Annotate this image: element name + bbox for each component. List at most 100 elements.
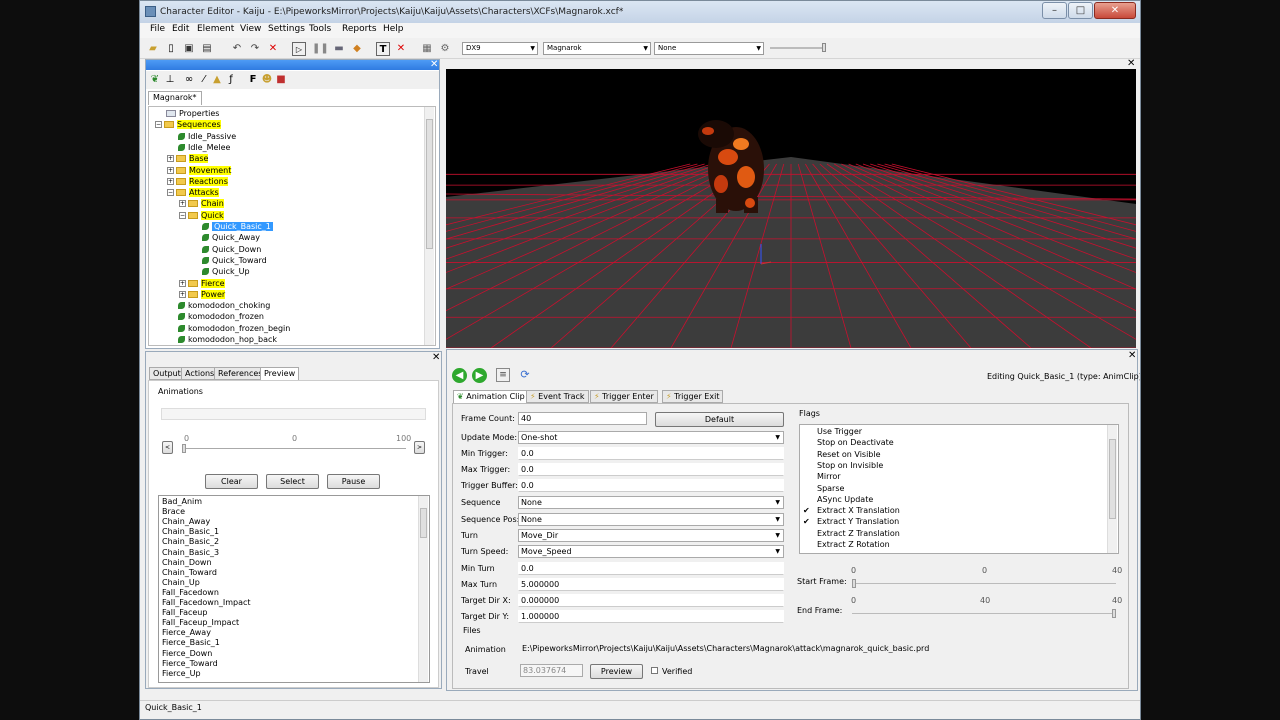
close-icon[interactable]: ✕: [430, 59, 438, 70]
minimize-button[interactable]: –: [1042, 2, 1067, 19]
tree-node[interactable]: Idle_Melee: [167, 142, 230, 153]
save-icon[interactable]: ▣: [182, 42, 196, 56]
flag-checkbox[interactable]: ✔: [803, 506, 815, 516]
flag-item[interactable]: ✔ Extract Y Translation: [803, 517, 899, 527]
character-select[interactable]: Magnarok ▼: [543, 42, 651, 55]
end-frame-slider[interactable]: [852, 613, 1116, 614]
tree-node[interactable]: − Sequences: [155, 119, 221, 130]
preview-frame-slider[interactable]: [182, 448, 406, 449]
animation-scroll-thumb[interactable]: [420, 508, 427, 538]
sequence-select[interactable]: None ▼: [518, 496, 784, 509]
menu-help[interactable]: Help: [383, 24, 404, 34]
animation-list-item[interactable]: Fall_Faceup: [162, 608, 207, 618]
pause-button[interactable]: Pause: [327, 474, 380, 489]
flag-item[interactable]: ✔ Extract X Translation: [803, 506, 900, 516]
settings-icon[interactable]: ⚙: [438, 42, 452, 56]
max-trigger-input[interactable]: 0.0: [518, 463, 784, 476]
turn-speed-select[interactable]: Move_Speed ▼: [518, 545, 784, 558]
cancel-icon[interactable]: ✕: [394, 42, 408, 56]
tab-actions[interactable]: Actions: [181, 367, 219, 380]
close-icon[interactable]: ✕: [1127, 58, 1135, 69]
tree-node[interactable]: + Reactions: [167, 176, 228, 187]
start-frame-slider[interactable]: [852, 583, 1116, 584]
function-icon[interactable]: ƒ: [224, 73, 238, 87]
flag-item[interactable]: Stop on Invisible: [803, 461, 883, 471]
animation-path[interactable]: E:\PipeworksMirror\Projects\Kaiju\Kaiju\…: [522, 644, 1122, 653]
zoom-slider[interactable]: [770, 47, 826, 49]
tree-node[interactable]: − Attacks: [167, 187, 219, 198]
collapse-icon[interactable]: −: [155, 121, 162, 129]
tree-node[interactable]: komododon_frozen: [167, 311, 264, 322]
tree-node[interactable]: Quick_Up: [191, 266, 250, 277]
tree-node[interactable]: Quick_Basic_1: [191, 221, 273, 232]
flag-item[interactable]: Extract Z Rotation: [803, 540, 890, 550]
tree-node[interactable]: + Fierce: [179, 278, 225, 289]
pause-icon[interactable]: ❚❚: [312, 42, 329, 56]
back-icon[interactable]: ◀: [452, 368, 467, 383]
flag-item[interactable]: Sparse: [803, 484, 844, 494]
close-window-button[interactable]: ✕: [1094, 2, 1136, 19]
animation-list-item[interactable]: Chain_Up: [162, 578, 200, 588]
title-bar[interactable]: Character Editor - Kaiju - E:\PipeworksM…: [140, 1, 1140, 23]
expand-icon[interactable]: +: [167, 177, 174, 185]
animation-list-item[interactable]: Fierce_Toward: [162, 659, 218, 669]
flags-scrollbar[interactable]: [1107, 425, 1117, 553]
tree-scroll-thumb[interactable]: [426, 119, 433, 249]
flag-item[interactable]: Extract Z Translation: [803, 529, 900, 539]
animation-list-item[interactable]: Fierce_Basic_1: [162, 638, 220, 648]
tree-node[interactable]: Quick_Down: [191, 244, 261, 255]
expand-icon[interactable]: +: [167, 166, 174, 174]
clear-button[interactable]: Clear: [205, 474, 258, 489]
save-all-icon[interactable]: ▤: [200, 42, 214, 56]
animation-list-item[interactable]: Chain_Away: [162, 517, 210, 527]
tree-node[interactable]: komododon_frozen_begin: [167, 323, 290, 334]
preview-slider-thumb[interactable]: [182, 444, 186, 453]
smiley-icon[interactable]: ☻: [260, 73, 274, 87]
menu-element[interactable]: Element: [197, 24, 234, 34]
flag-item[interactable]: Stop on Deactivate: [803, 438, 894, 448]
min-trigger-input[interactable]: 0.0: [518, 447, 784, 460]
wand-icon[interactable]: ⁄: [197, 73, 211, 87]
frame-count-input[interactable]: 40: [518, 412, 647, 425]
slider-left-button[interactable]: <: [162, 441, 173, 454]
add-leaf-icon[interactable]: ❦: [148, 73, 162, 87]
bell-icon[interactable]: ▲: [210, 73, 224, 87]
max-turn-input[interactable]: 5.000000: [518, 578, 784, 591]
maximize-button[interactable]: □: [1068, 2, 1093, 19]
refresh-icon[interactable]: ⟳: [518, 368, 532, 382]
text-tool-icon[interactable]: T: [376, 42, 390, 56]
document-tab[interactable]: Magnarok*: [148, 91, 202, 105]
tree-node[interactable]: Quick_Toward: [191, 255, 267, 266]
open-icon[interactable]: ▰: [146, 42, 160, 56]
animation-list-item[interactable]: Fall_Faceup_Impact: [162, 618, 239, 628]
camera-icon[interactable]: ▦: [420, 42, 434, 56]
redo-icon[interactable]: ↷: [248, 42, 262, 56]
preview-travel-button[interactable]: Preview: [590, 664, 643, 679]
animation-list-item[interactable]: Brace: [162, 507, 185, 517]
close-icon[interactable]: ✕: [432, 352, 440, 363]
slider-right-button[interactable]: >: [414, 441, 425, 454]
target-dir-x-input[interactable]: 0.000000: [518, 594, 784, 607]
animation-list-scrollbar[interactable]: [418, 496, 428, 682]
flag-item[interactable]: Use Trigger: [803, 427, 862, 437]
3d-viewport[interactable]: [446, 69, 1136, 348]
verified-checkbox[interactable]: [651, 667, 658, 674]
tab-trigger-enter[interactable]: ⚡ Trigger Enter: [590, 390, 658, 403]
tree-node[interactable]: Properties: [155, 108, 219, 119]
flag-item[interactable]: Mirror: [803, 472, 841, 482]
flags-scroll-thumb[interactable]: [1109, 439, 1116, 519]
expand-icon[interactable]: +: [179, 290, 186, 298]
menu-edit[interactable]: Edit: [172, 24, 189, 34]
tree-node[interactable]: komododon_choking: [167, 300, 270, 311]
target-dir-y-input[interactable]: 1.000000: [518, 610, 784, 623]
flag-item[interactable]: Reset on Visible: [803, 450, 881, 460]
update-mode-select[interactable]: One-shot ▼: [518, 431, 784, 444]
hierarchy-icon[interactable]: ⊥: [163, 73, 177, 87]
animation-list-item[interactable]: Chain_Basic_3: [162, 548, 219, 558]
expand-icon[interactable]: +: [179, 200, 186, 208]
menu-view[interactable]: View: [240, 24, 261, 34]
default-button[interactable]: Default: [655, 412, 784, 427]
tab-preview[interactable]: Preview: [260, 367, 300, 380]
tab-references[interactable]: References: [214, 367, 267, 380]
select-button[interactable]: Select: [266, 474, 319, 489]
